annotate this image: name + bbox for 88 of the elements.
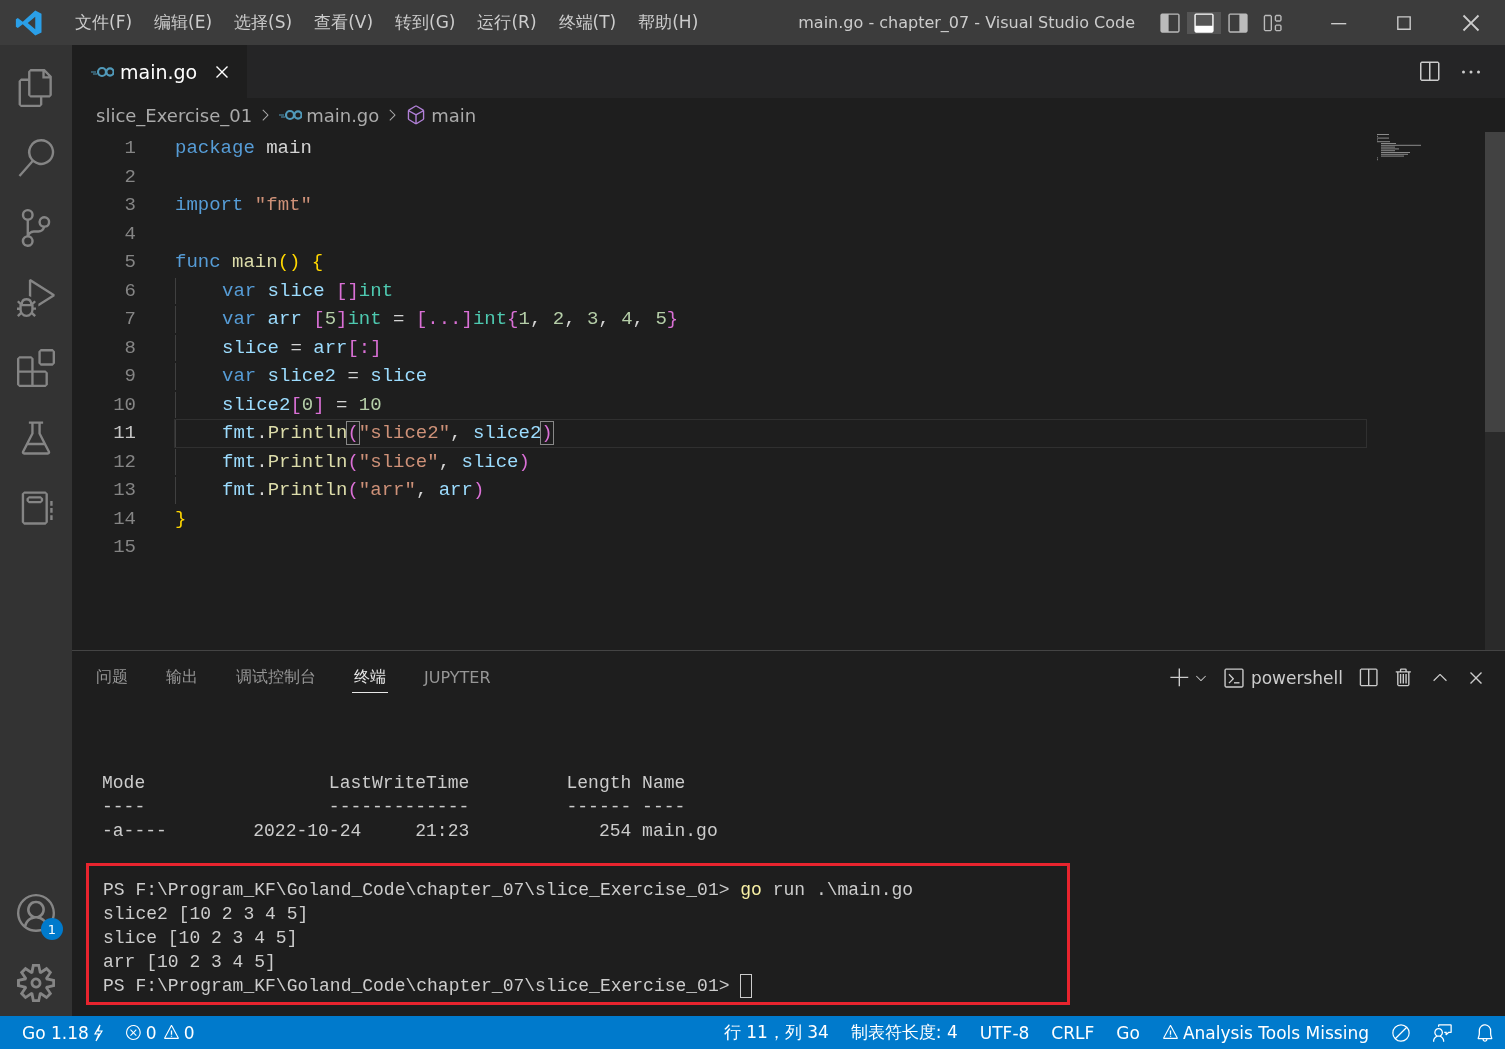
go-file-icon bbox=[278, 109, 303, 121]
notification-badge: 1 bbox=[41, 918, 63, 940]
menu-item[interactable]: 选择(S) bbox=[223, 11, 304, 34]
code-line: slice = arr[:] bbox=[222, 336, 382, 359]
panel-tab[interactable]: 调试控制台 bbox=[234, 663, 318, 693]
menu-item[interactable]: 转到(G) bbox=[384, 11, 467, 34]
line-number: 13 bbox=[112, 479, 137, 502]
terminal-text: arr [10 2 3 4 5] bbox=[103, 952, 276, 972]
line-number: 5 bbox=[123, 251, 137, 274]
lightning-icon bbox=[92, 1023, 103, 1042]
warning-icon bbox=[1161, 1024, 1179, 1041]
terminal-text: PS F:\Program_KF\Goland_Code\chapter_07\slice_Exercise_01> bbox=[103, 880, 731, 900]
breadcrumb-item[interactable]: main.go bbox=[306, 104, 380, 126]
terminal-text: PS F:\Program_KF\Goland_Code\chapter_07\slice_Exercise_01> bbox=[103, 976, 731, 996]
window-title: main.go - chapter_07 - Visual Studio Code bbox=[798, 13, 1135, 32]
panel-tab[interactable]: 输出 bbox=[164, 663, 200, 693]
menu-item[interactable]: 查看(V) bbox=[303, 11, 385, 34]
bell-icon[interactable] bbox=[1475, 1022, 1495, 1043]
terminal-icon bbox=[1222, 667, 1245, 689]
warning-icon bbox=[162, 1024, 180, 1041]
menu-item[interactable]: 运行(R) bbox=[466, 11, 548, 34]
terminal-text: slice [10 2 3 4 5] bbox=[103, 928, 298, 948]
status-item[interactable]: 行 11，列 34 bbox=[723, 1021, 829, 1044]
status-item[interactable]: 0 bbox=[124, 1022, 157, 1043]
code-line: func main() { bbox=[175, 251, 324, 274]
menu-item[interactable]: 帮助(H) bbox=[627, 11, 710, 34]
split-editor-icon[interactable] bbox=[1417, 59, 1441, 84]
breadcrumb-item[interactable]: main bbox=[431, 104, 477, 126]
panel-tab[interactable]: 问题 bbox=[94, 663, 130, 693]
panel-tab[interactable]: JUPYTER bbox=[422, 664, 493, 692]
line-number: 2 bbox=[123, 165, 137, 188]
line-number: 10 bbox=[112, 393, 137, 416]
code-line: var arr [5]int = [...]int{1, 2, 3, 4, 5} bbox=[222, 308, 679, 331]
terminal-text: slice2 [10 2 3 4 5] bbox=[103, 904, 309, 924]
code-line: package main bbox=[175, 137, 312, 160]
code-line: fmt.Println("arr", arr) bbox=[222, 479, 485, 502]
no-sign-icon[interactable] bbox=[1391, 1022, 1411, 1043]
line-number: 11 bbox=[112, 422, 137, 445]
status-item[interactable]: 制表符长度: 4 bbox=[850, 1021, 958, 1044]
terminal-cursor bbox=[740, 974, 753, 999]
panel-tab[interactable]: 终端 bbox=[352, 663, 388, 693]
extensions-icon[interactable] bbox=[17, 349, 55, 387]
status-item[interactable]: UTF-8 bbox=[979, 1022, 1030, 1043]
code-line: fmt.Println("slice2", slice2) bbox=[222, 422, 553, 445]
line-number: 6 bbox=[123, 279, 137, 302]
terminal-text: go bbox=[740, 880, 762, 900]
terminal-line: Mode LastWriteTime Length Name bbox=[102, 772, 687, 795]
status-item[interactable]: 0 bbox=[162, 1022, 195, 1043]
status-item[interactable]: Go bbox=[1116, 1022, 1140, 1043]
add-terminal-icon[interactable] bbox=[1168, 667, 1191, 689]
line-number: 12 bbox=[112, 450, 137, 473]
editor-tab[interactable]: main.go bbox=[72, 45, 247, 98]
search-icon[interactable] bbox=[17, 139, 55, 177]
terminal-line: ---- ------------- ------ ---- bbox=[102, 796, 687, 819]
menu-item[interactable]: 终端(T) bbox=[547, 11, 628, 34]
line-number: 3 bbox=[123, 194, 137, 217]
tab-label: main.go bbox=[120, 60, 198, 83]
go-file-icon bbox=[90, 65, 114, 78]
error-icon bbox=[124, 1024, 142, 1041]
code-line: import "fmt" bbox=[175, 194, 312, 217]
scrollbar-thumb[interactable] bbox=[1485, 132, 1505, 432]
code-line: var slice2 = slice bbox=[222, 365, 428, 388]
line-number: 15 bbox=[112, 536, 137, 559]
debug-icon[interactable] bbox=[17, 279, 55, 317]
feedback-icon[interactable] bbox=[1433, 1022, 1453, 1043]
breadcrumb-item[interactable]: slice_Exercise_01 bbox=[96, 104, 253, 126]
line-number: 1 bbox=[123, 137, 137, 160]
terminal-text: run .\main.go bbox=[771, 880, 914, 900]
menu-item[interactable]: 编辑(E) bbox=[143, 11, 224, 34]
code-line: var slice []int bbox=[222, 279, 394, 302]
layout-toggle-icon[interactable] bbox=[1187, 11, 1221, 34]
settings-icon[interactable] bbox=[17, 964, 55, 1002]
terminal-name[interactable]: powershell bbox=[1250, 668, 1343, 688]
status-item[interactable]: Analysis Tools Missing bbox=[1161, 1022, 1369, 1043]
terminal-line: -a---- 2022-10-24 21:23 254 main.go bbox=[102, 820, 719, 843]
status-item[interactable]: Go 1.18 bbox=[22, 1022, 103, 1043]
line-number: 4 bbox=[123, 222, 137, 245]
code-line: slice2[0] = 10 bbox=[222, 393, 382, 416]
menu-item[interactable]: 文件(F) bbox=[64, 11, 144, 34]
line-number: 14 bbox=[112, 507, 137, 530]
split-terminal-icon[interactable] bbox=[1357, 667, 1379, 689]
line-number: 9 bbox=[123, 365, 137, 388]
code-line: fmt.Println("slice", slice) bbox=[222, 450, 530, 473]
line-number: 7 bbox=[123, 308, 137, 331]
explorer-icon[interactable] bbox=[17, 69, 55, 107]
code-line: } bbox=[175, 507, 187, 530]
line-number: 8 bbox=[123, 336, 137, 359]
status-item[interactable]: CRLF bbox=[1051, 1022, 1095, 1043]
